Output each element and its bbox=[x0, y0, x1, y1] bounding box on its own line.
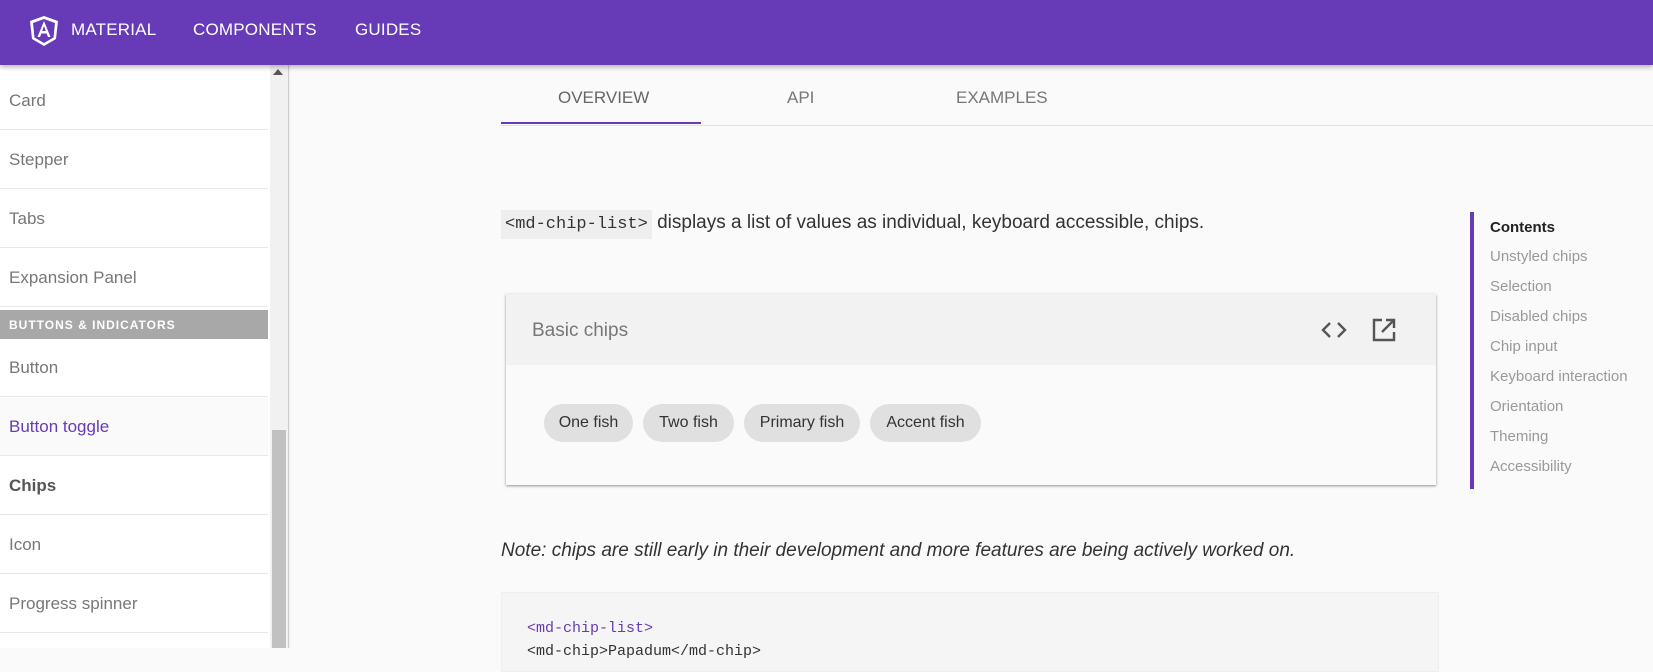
nav-guides-link[interactable]: GUIDES bbox=[355, 20, 421, 40]
sidebar-item-button[interactable]: Button bbox=[0, 339, 268, 397]
note-text: Note: chips are still early in their dev… bbox=[501, 540, 1296, 561]
tab-overview[interactable]: OVERVIEW bbox=[558, 88, 649, 108]
sidebar-divider bbox=[288, 65, 291, 648]
code-line: <md-chip-list> bbox=[527, 620, 654, 637]
angular-logo-icon[interactable] bbox=[30, 16, 58, 46]
sidebar-item-tabs[interactable]: Tabs bbox=[0, 190, 268, 248]
example-title: Basic chips bbox=[532, 320, 629, 341]
sidebar-item-icon[interactable]: Icon bbox=[0, 516, 268, 574]
nav-components-link[interactable]: COMPONENTS bbox=[193, 20, 317, 40]
sidebar-item-label: Chips bbox=[9, 475, 57, 495]
toc-item-keyboard-interaction[interactable]: Keyboard interaction bbox=[1490, 368, 1628, 385]
nav-material-link[interactable]: MATERIAL bbox=[71, 20, 156, 40]
sidebar-section-header: BUTTONS & INDICATORS bbox=[0, 310, 268, 339]
toc-item-disabled-chips[interactable]: Disabled chips bbox=[1490, 308, 1588, 325]
sidebar-scrollbar[interactable] bbox=[270, 65, 289, 648]
code-line: <md-chip>Papadum</md-chip> bbox=[527, 643, 762, 660]
sidebar-item-label: Button toggle bbox=[9, 416, 110, 436]
sidebar: Card Stepper Tabs Expansion Panel BUTTON… bbox=[0, 65, 270, 648]
toc-item-chip-input[interactable]: Chip input bbox=[1490, 338, 1558, 355]
toc-item-selection[interactable]: Selection bbox=[1490, 278, 1552, 295]
code-block: <md-chip-list> <md-chip>Papadum</md-chip… bbox=[501, 592, 1439, 672]
chip-one-fish[interactable]: One fish bbox=[544, 404, 633, 442]
toc-item-theming[interactable]: Theming bbox=[1490, 428, 1548, 445]
tab-bar: OVERVIEW API EXAMPLES bbox=[501, 65, 1653, 126]
example-header: Basic chips bbox=[506, 294, 1436, 365]
scrollbar-thumb[interactable] bbox=[272, 430, 286, 648]
sidebar-item-stepper[interactable]: Stepper bbox=[0, 131, 268, 189]
chip-accent-fish[interactable]: Accent fish bbox=[870, 404, 981, 442]
code-icon[interactable] bbox=[1320, 316, 1348, 344]
table-of-contents: Contents Unstyled chips Selection Disabl… bbox=[1470, 212, 1653, 489]
tab-examples[interactable]: EXAMPLES bbox=[956, 88, 1048, 108]
sidebar-item-progress-spinner[interactable]: Progress spinner bbox=[0, 575, 268, 633]
sidebar-item-label: Tabs bbox=[9, 208, 45, 228]
sidebar-item-label: Expansion Panel bbox=[9, 267, 137, 287]
intro-text: displays a list of values as individual,… bbox=[651, 212, 1205, 233]
sidebar-item-label: Card bbox=[9, 90, 46, 110]
intro-paragraph: <md-chip-list> displays a list of values… bbox=[501, 210, 1205, 239]
tab-ink-bar bbox=[501, 122, 701, 124]
toc-item-accessibility[interactable]: Accessibility bbox=[1490, 458, 1572, 475]
sidebar-item-label: Button bbox=[9, 357, 59, 377]
top-toolbar: MATERIAL COMPONENTS GUIDES bbox=[0, 0, 1653, 65]
sidebar-item-expansion-panel[interactable]: Expansion Panel bbox=[0, 249, 268, 307]
toc-item-unstyled-chips[interactable]: Unstyled chips bbox=[1490, 248, 1588, 265]
sidebar-item-label: Progress spinner bbox=[9, 593, 138, 613]
sidebar-item-card[interactable]: Card bbox=[0, 72, 268, 130]
sidebar-item-label: Stepper bbox=[9, 149, 69, 169]
tab-api[interactable]: API bbox=[787, 88, 814, 108]
sidebar-item-label: Icon bbox=[9, 534, 42, 554]
toc-item-orientation[interactable]: Orientation bbox=[1490, 398, 1563, 415]
chip-primary-fish[interactable]: Primary fish bbox=[744, 404, 860, 442]
sidebar-item-button-toggle[interactable]: Button toggle bbox=[0, 398, 268, 456]
example-card: Basic chips One fish Two fish Primary fi… bbox=[506, 294, 1436, 485]
inline-code: <md-chip-list> bbox=[501, 210, 652, 239]
scroll-up-arrow-icon[interactable] bbox=[273, 69, 283, 75]
chip-two-fish[interactable]: Two fish bbox=[643, 404, 734, 442]
sidebar-item-chips[interactable]: Chips bbox=[0, 457, 268, 515]
open-in-new-icon[interactable] bbox=[1370, 316, 1398, 344]
toc-title: Contents bbox=[1490, 219, 1555, 236]
